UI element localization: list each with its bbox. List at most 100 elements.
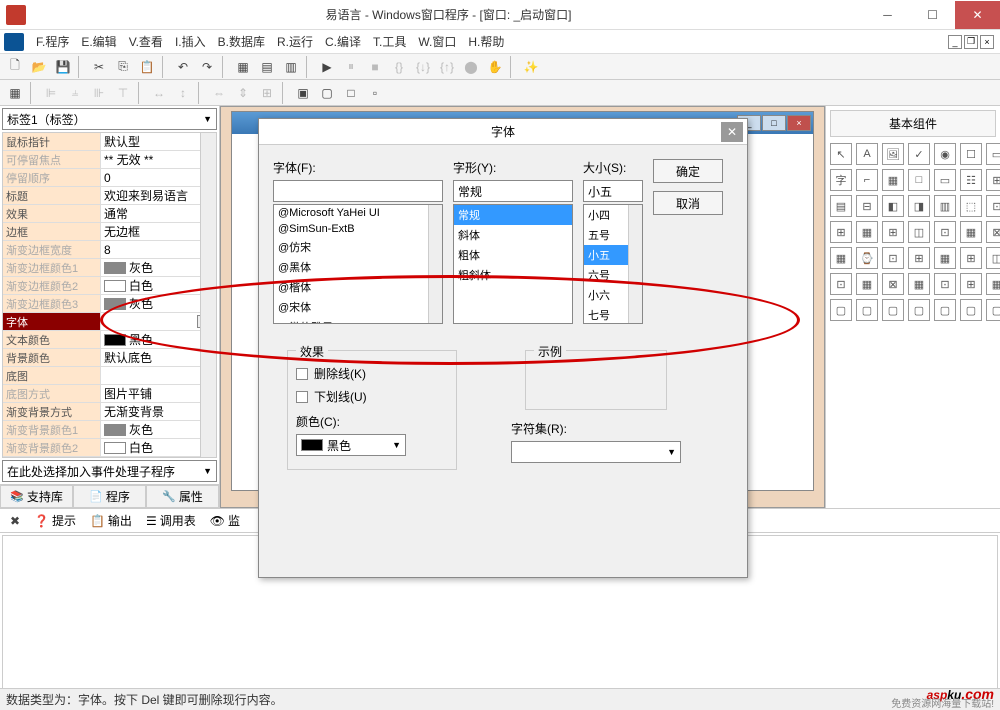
palette-component[interactable]: ◨ bbox=[908, 195, 930, 217]
style-option[interactable]: 常规 bbox=[454, 205, 572, 225]
property-row[interactable]: 鼠标指针默认型 bbox=[3, 133, 216, 151]
property-value[interactable] bbox=[101, 367, 216, 384]
property-value[interactable]: 欢迎来到易语言 bbox=[101, 187, 216, 204]
property-row[interactable]: 渐变边框颜色1灰色 bbox=[3, 259, 216, 277]
style-option[interactable]: 粗体 bbox=[454, 245, 572, 265]
palette-component[interactable]: ⌐ bbox=[856, 169, 878, 191]
stop-icon[interactable]: ■ bbox=[364, 56, 386, 78]
palette-component[interactable]: 字 bbox=[830, 169, 852, 191]
menu-compile[interactable]: C.编译 bbox=[319, 30, 367, 53]
scrollbar[interactable] bbox=[200, 133, 216, 457]
center2-icon[interactable]: ▢ bbox=[316, 82, 338, 104]
color-combo[interactable]: 黑色▼ bbox=[296, 434, 406, 456]
menu-window[interactable]: W.窗口 bbox=[412, 30, 462, 53]
strikeout-checkbox[interactable]: 删除线(K) bbox=[296, 365, 448, 382]
palette-component[interactable]: ☐ bbox=[960, 143, 982, 165]
property-value[interactable]: 灰色 bbox=[101, 421, 216, 438]
new-icon[interactable]: 🗋 bbox=[4, 56, 26, 78]
style-option[interactable]: 斜体 bbox=[454, 225, 572, 245]
palette-component[interactable]: ⊞ bbox=[960, 273, 982, 295]
property-value[interactable]: 黑色 bbox=[101, 331, 216, 348]
property-value[interactable]: 灰色 bbox=[101, 295, 216, 312]
font-option[interactable]: @楷体 bbox=[274, 277, 442, 297]
cancel-button[interactable]: 取消 bbox=[653, 191, 723, 215]
style-list[interactable]: 常规斜体粗体粗斜体 bbox=[453, 204, 573, 324]
size-input[interactable] bbox=[583, 180, 643, 202]
property-value[interactable]: 灰色 bbox=[101, 259, 216, 276]
property-value[interactable]: 白色 bbox=[101, 439, 216, 456]
palette-component[interactable]: ▢ bbox=[856, 299, 878, 321]
redo-icon[interactable]: ↷ bbox=[196, 56, 218, 78]
font-option[interactable]: @黑体 bbox=[274, 257, 442, 277]
tab-tips[interactable]: ❓提示 bbox=[28, 509, 82, 532]
palette-component[interactable]: ▦ bbox=[856, 221, 878, 243]
palette-component[interactable]: ⊞ bbox=[908, 247, 930, 269]
design-max-button[interactable]: □ bbox=[762, 115, 786, 131]
tab-program[interactable]: 📄程序 bbox=[73, 485, 146, 508]
cut-icon[interactable]: ✂ bbox=[88, 56, 110, 78]
palette-component[interactable]: ⊞ bbox=[986, 169, 1000, 191]
copy-icon[interactable]: ⎘ bbox=[112, 56, 134, 78]
scrollbar[interactable] bbox=[428, 205, 442, 323]
property-row[interactable]: 渐变边框宽度8 bbox=[3, 241, 216, 259]
dialog-close-button[interactable]: ✕ bbox=[721, 122, 743, 142]
palette-component[interactable]: ▥ bbox=[934, 195, 956, 217]
property-value[interactable]: 默认型 bbox=[101, 133, 216, 150]
property-row[interactable]: 底图 bbox=[3, 367, 216, 385]
ok-button[interactable]: 确定 bbox=[653, 159, 723, 183]
palette-component[interactable]: ▦ bbox=[960, 221, 982, 243]
palette-component[interactable]: ▭ bbox=[934, 169, 956, 191]
palette-component[interactable]: ▢ bbox=[908, 299, 930, 321]
palette-component[interactable]: □ bbox=[908, 169, 930, 191]
palette-component[interactable]: ⊡ bbox=[882, 247, 904, 269]
property-row[interactable]: 字体... bbox=[3, 313, 216, 331]
property-value[interactable]: 白色 bbox=[101, 277, 216, 294]
space2-icon[interactable]: ⇕ bbox=[232, 82, 254, 104]
space1-icon[interactable]: ⇔ bbox=[208, 82, 230, 104]
property-row[interactable]: 底图方式图片平铺 bbox=[3, 385, 216, 403]
minimize-button[interactable]: ─ bbox=[865, 1, 910, 29]
palette-component[interactable]: ▢ bbox=[986, 299, 1000, 321]
save-icon[interactable]: 💾 bbox=[52, 56, 74, 78]
palette-component[interactable]: 🖼 bbox=[882, 143, 904, 165]
size2-icon[interactable]: ↕ bbox=[172, 82, 194, 104]
palette-component[interactable]: ⬚ bbox=[960, 195, 982, 217]
palette-component[interactable]: ✓ bbox=[908, 143, 930, 165]
size-list[interactable]: 小四五号小五六号小六七号八号 bbox=[583, 204, 643, 324]
property-row[interactable]: 文本颜色黑色 bbox=[3, 331, 216, 349]
menu-program[interactable]: F.程序 bbox=[30, 30, 75, 53]
palette-component[interactable]: ⊞ bbox=[882, 221, 904, 243]
palette-component[interactable]: ◧ bbox=[882, 195, 904, 217]
layout3-icon[interactable]: ▥ bbox=[280, 56, 302, 78]
menu-tools[interactable]: T.工具 bbox=[367, 30, 412, 53]
grid-icon[interactable]: ▦ bbox=[4, 82, 26, 104]
property-row[interactable]: 效果通常 bbox=[3, 205, 216, 223]
style-input[interactable] bbox=[453, 180, 573, 202]
property-value[interactable]: 图片平铺 bbox=[101, 385, 216, 402]
underline-checkbox[interactable]: 下划线(U) bbox=[296, 388, 448, 405]
undo-icon[interactable]: ↶ bbox=[172, 56, 194, 78]
size1-icon[interactable]: ↔ bbox=[148, 82, 170, 104]
breakpoint-icon[interactable]: ⬤ bbox=[460, 56, 482, 78]
palette-component[interactable]: ▢ bbox=[882, 299, 904, 321]
open-icon[interactable]: 📂 bbox=[28, 56, 50, 78]
palette-component[interactable]: ▭ bbox=[986, 143, 1000, 165]
center1-icon[interactable]: ▣ bbox=[292, 82, 314, 104]
palette-component[interactable]: ⊠ bbox=[986, 221, 1000, 243]
property-row[interactable]: 渐变背景颜色2白色 bbox=[3, 439, 216, 457]
property-row[interactable]: 渐变背景方式无渐变背景 bbox=[3, 403, 216, 421]
style-option[interactable]: 粗斜体 bbox=[454, 265, 572, 285]
palette-component[interactable]: ☷ bbox=[960, 169, 982, 191]
palette-component[interactable]: ⊟ bbox=[856, 195, 878, 217]
menu-help[interactable]: H.帮助 bbox=[462, 30, 510, 53]
palette-component[interactable]: ↖ bbox=[830, 143, 852, 165]
property-value[interactable]: 8 bbox=[101, 241, 216, 258]
property-list[interactable]: 鼠标指针默认型可停留焦点** 无效 **停留顺序0标题欢迎来到易语言效果通常边框… bbox=[2, 132, 217, 458]
tab-support-lib[interactable]: 📚支持库 bbox=[0, 485, 73, 508]
property-row[interactable]: 背景颜色默认底色 bbox=[3, 349, 216, 367]
font-option[interactable]: @仿宋 bbox=[274, 237, 442, 257]
tab-properties[interactable]: 🔧属性 bbox=[146, 485, 219, 508]
align1-icon[interactable]: ⊫ bbox=[40, 82, 62, 104]
palette-component[interactable]: ⌚ bbox=[856, 247, 878, 269]
palette-component[interactable]: ▤ bbox=[830, 195, 852, 217]
